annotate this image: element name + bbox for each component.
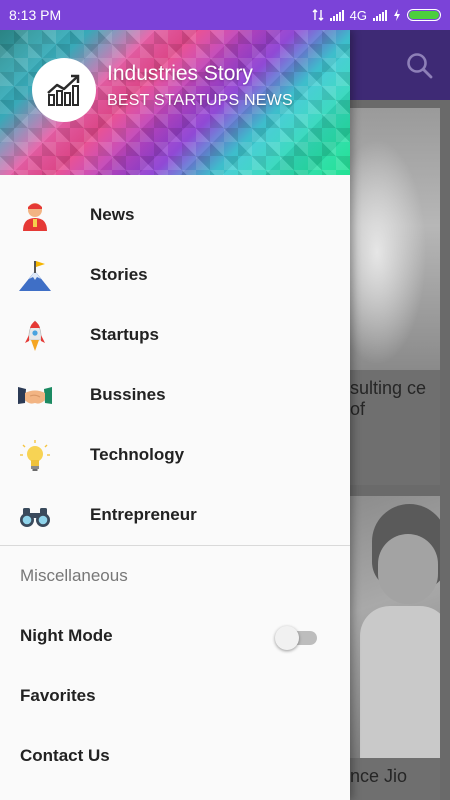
night-mode-toggle[interactable] — [275, 626, 317, 650]
menu-item-favorites[interactable]: Favorites — [0, 666, 350, 726]
bar-chart-icon — [47, 74, 80, 106]
main-menu: News Stories Startups Bussines Technolog… — [0, 175, 350, 545]
menu-label-night-mode: Night Mode — [20, 626, 113, 645]
charging-icon — [394, 9, 400, 21]
data-transfer-icon — [312, 9, 324, 21]
signal-icon-2 — [373, 9, 387, 21]
app-logo — [32, 58, 96, 122]
battery-icon — [407, 9, 441, 21]
status-icons: 4G — [312, 8, 441, 23]
drawer-header: Industries Story BEST STARTUPS NEWS — [0, 30, 350, 175]
menu-label-contact-us: Contact Us — [20, 746, 110, 765]
lightbulb-icon — [20, 440, 50, 471]
menu-item-news[interactable]: News — [0, 185, 350, 245]
reporter-icon — [23, 203, 47, 231]
rocket-icon — [25, 320, 45, 351]
news-card-title-2[interactable]: nce Jio — [350, 758, 440, 800]
binoculars-icon — [20, 508, 50, 527]
status-bar: 8:13 PM 4G — [0, 0, 450, 30]
navigation-drawer: Industries Story BEST STARTUPS NEWS News… — [0, 30, 350, 800]
menu-label-bussines: Bussines — [90, 385, 166, 404]
menu-item-startups[interactable]: Startups — [0, 305, 350, 365]
menu-item-technology[interactable]: Technology — [0, 425, 350, 485]
battery-fill — [409, 11, 439, 19]
menu-item-stories[interactable]: Stories — [0, 245, 350, 305]
news-card-title[interactable]: sulting ce of — [350, 370, 440, 485]
menu-label-stories: Stories — [90, 265, 148, 284]
toggle-knob — [275, 626, 299, 650]
menu-label-entrepreneur: Entrepreneur — [90, 505, 197, 524]
section-header-miscellaneous: Miscellaneous — [20, 566, 128, 585]
menu-item-bussines[interactable]: Bussines — [0, 365, 350, 425]
menu-label-startups: Startups — [90, 325, 159, 344]
menu-item-entrepreneur[interactable]: Entrepreneur — [0, 485, 350, 545]
news-card-image[interactable] — [350, 108, 440, 370]
menu-label-technology: Technology — [90, 445, 185, 464]
search-icon[interactable] — [406, 52, 434, 80]
menu-item-night-mode[interactable]: Night Mode — [0, 606, 350, 666]
menu-label-news: News — [90, 205, 135, 224]
status-time: 8:13 PM — [9, 7, 62, 23]
menu-item-contact-us[interactable]: Contact Us — [0, 726, 350, 786]
signal-icon — [329, 9, 344, 21]
handshake-icon — [18, 387, 52, 404]
network-type: 4G — [349, 7, 367, 23]
menu-label-favorites: Favorites — [20, 686, 96, 705]
app-title: Industries Story — [107, 62, 253, 85]
news-card-image-2[interactable] — [350, 496, 440, 758]
app-subtitle: BEST STARTUPS NEWS — [107, 92, 293, 109]
mountain-flag-icon — [19, 261, 51, 291]
